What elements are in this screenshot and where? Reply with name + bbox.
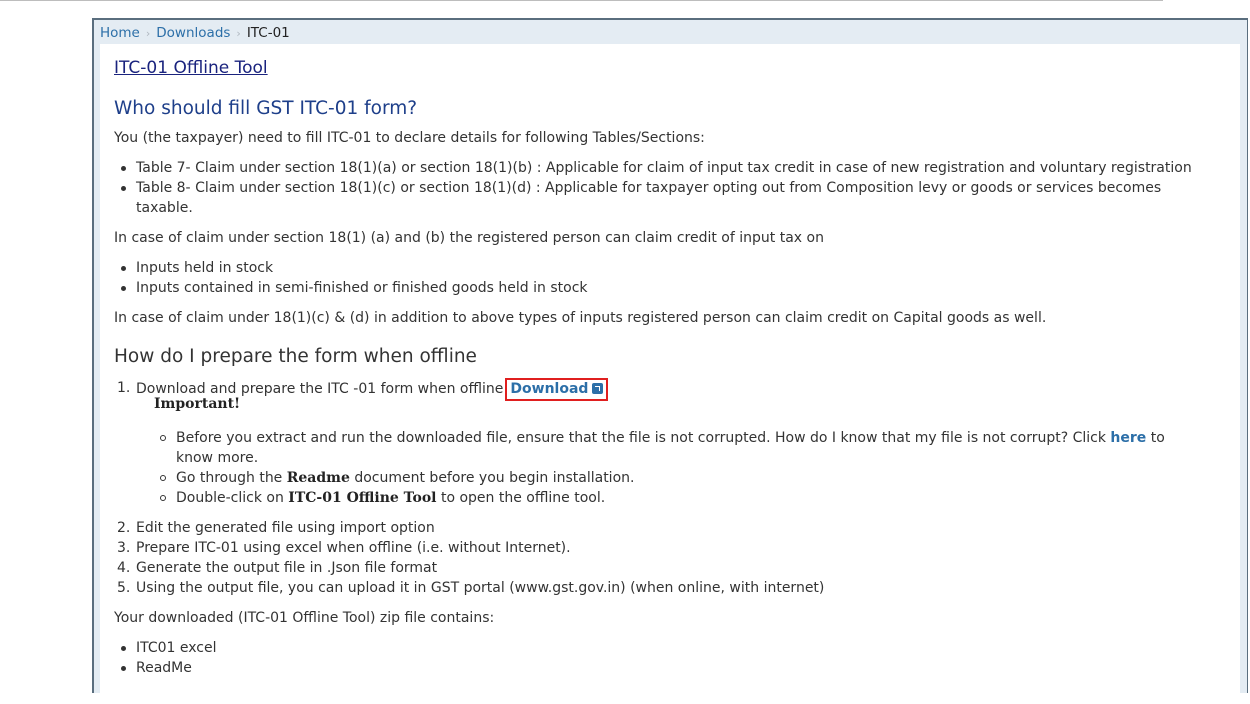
tool-name-text: ITC-01 Offline Tool <box>288 490 437 506</box>
main-content: ITC-01 Offline Tool Who should fill GST … <box>100 44 1240 704</box>
claim-ab-list: Inputs held in stock Inputs contained in… <box>114 258 588 298</box>
intro-text: You (the taxpayer) need to fill ITC-01 t… <box>114 130 705 146</box>
list-item: 4. Generate the output file in .Json file… <box>117 560 438 576</box>
breadcrumb: Home › Downloads › ITC-01 <box>100 23 290 43</box>
list-item: 3. Prepare ITC-01 using excel when offlin… <box>117 540 571 556</box>
step-number: 4. <box>117 560 131 576</box>
breadcrumb-home[interactable]: Home <box>100 25 140 41</box>
list-item: ITC01 excel <box>114 638 217 658</box>
claim-ab-text: In case of claim under section 18(1) (a)… <box>114 230 824 246</box>
breadcrumb-current: ITC-01 <box>246 25 290 41</box>
top-divider <box>0 0 1163 1</box>
tables-list: Table 7- Claim under section 18(1)(a) or… <box>114 158 1192 218</box>
breadcrumb-downloads[interactable]: Downloads <box>156 25 230 41</box>
list-item: ReadMe <box>114 658 217 678</box>
list-item: Inputs contained in semi-finished or fin… <box>114 278 588 298</box>
zip-text: Your downloaded (ITC-01 Offline Tool) zi… <box>114 610 495 626</box>
who-heading: Who should fill GST ITC-01 form? <box>114 98 418 119</box>
step-text: Download and prepare the ITC -01 form wh… <box>136 381 504 397</box>
list-item: Table 7- Claim under section 18(1)(a) or… <box>114 158 1192 178</box>
download-link[interactable]: Download <box>510 381 588 397</box>
important-list: Before you extract and run the downloade… <box>154 428 1165 508</box>
page-title[interactable]: ITC-01 Offline Tool <box>114 58 268 78</box>
step-number: 3. <box>117 540 131 556</box>
step-number: 1. <box>117 380 131 396</box>
page-frame: Home › Downloads › ITC-01 ITC-01 Offline Too… <box>92 18 1248 704</box>
breadcrumb-separator: › <box>236 27 241 40</box>
list-item: Table 8- Claim under section 18(1)(c) or… <box>114 178 1192 218</box>
list-item: 5. Using the output file, you can upload … <box>117 580 825 596</box>
list-item: 2. Edit the generated file using import o… <box>117 520 435 536</box>
steps-list-rest: 2. Edit the generated file using import o… <box>114 518 824 598</box>
list-item: Go through the Readme document before yo… <box>154 468 1165 488</box>
here-link[interactable]: here <box>1110 430 1146 446</box>
download-highlight[interactable]: Download <box>505 378 609 401</box>
zip-contents-list: ITC01 excel ReadMe <box>114 638 217 678</box>
how-heading: How do I prepare the form when offline <box>114 346 477 367</box>
list-item: Inputs held in stock <box>114 258 588 278</box>
list-item: Double-click on ITC-01 Offline Tool to o… <box>154 488 1165 508</box>
step-number: 5. <box>117 580 131 596</box>
important-label: Important! <box>154 396 241 412</box>
step-number: 2. <box>117 520 131 536</box>
readme-text: Readme <box>286 470 350 486</box>
breadcrumb-separator: › <box>145 27 151 40</box>
claim-cd-text: In case of claim under 18(1)(c) & (d) in… <box>114 310 1047 326</box>
external-link-icon[interactable] <box>592 383 604 394</box>
list-item: Before you extract and run the downloade… <box>154 428 1165 468</box>
